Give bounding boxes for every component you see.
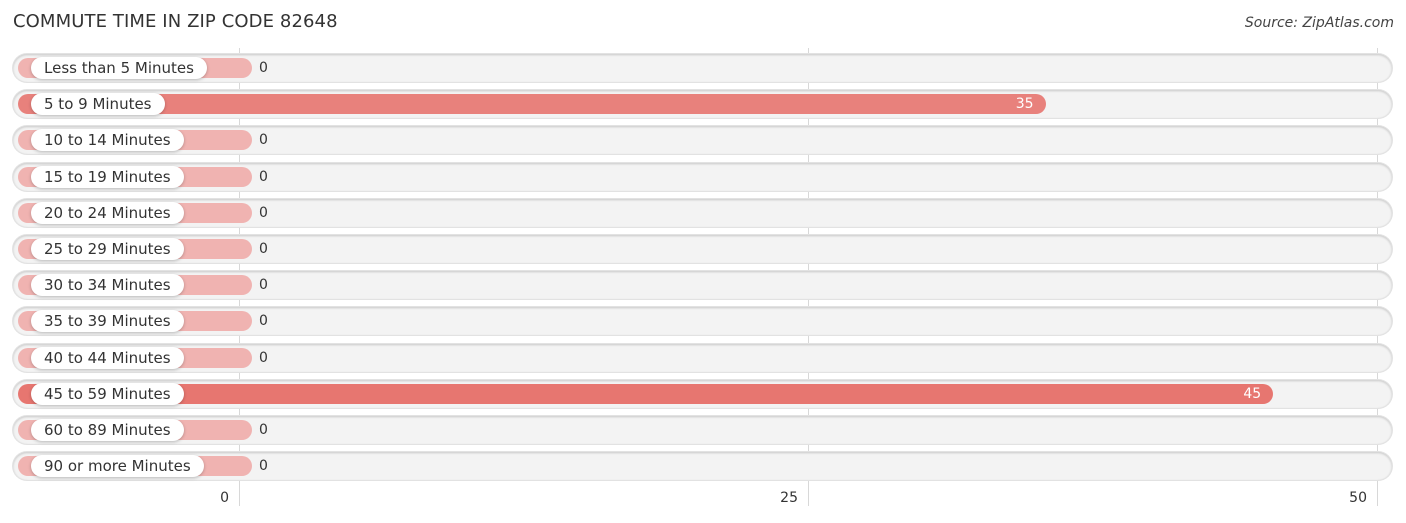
category-label: 60 to 89 Minutes [31,419,184,441]
category-label: 20 to 24 Minutes [31,201,184,224]
category-label: 90 or more Minutes [31,455,204,478]
value-label: 0 [259,422,268,438]
category-label: 45 to 59 Minutes [31,382,184,405]
x-tick-label: 0 [220,490,229,506]
category-label: 25 to 29 Minutes [31,238,184,260]
category-label: Less than 5 Minutes [31,57,207,79]
category-label: 5 to 9 Minutes [31,93,165,116]
value-label: 0 [259,168,268,185]
value-label: 0 [259,60,268,76]
category-label: 30 to 34 Minutes [31,274,184,297]
value-label: 0 [259,132,268,149]
category-label: 40 to 44 Minutes [31,346,184,369]
bar-chart: 0 25 50 Less than 5 Minutes 0 5 to 9 Minutes 3… [0,0,1406,523]
value-label: 0 [259,204,268,221]
x-tick-label: 25 [780,490,798,506]
value-label: 0 [259,458,268,475]
value-label: 0 [259,277,268,294]
bar [18,383,1274,404]
value-label: 0 [259,313,268,330]
category-label: 15 to 19 Minutes [31,165,184,188]
value-label: 35 [1015,96,1034,113]
category-label: 10 to 14 Minutes [31,129,184,152]
value-label: 0 [259,241,268,257]
bar [18,94,1046,115]
value-label: 0 [259,349,268,366]
value-label: 45 [1243,385,1262,402]
x-tick-label: 50 [1349,490,1367,506]
category-label: 35 to 39 Minutes [31,310,184,333]
